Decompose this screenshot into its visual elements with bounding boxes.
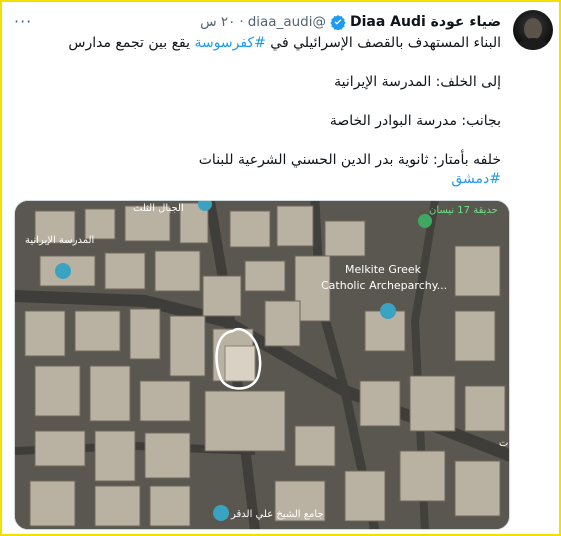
handle[interactable]: @diaa_audi: [248, 14, 326, 30]
hashtag-link[interactable]: #دمشق: [451, 171, 501, 187]
text-line-4: خلفه بأمتار: ثانوية بدر الدين الحسني الش…: [11, 151, 501, 170]
avatar[interactable]: [513, 10, 553, 50]
satellite-map: المدرسة الإيرانية الجبال الثلث Melkite G…: [15, 201, 510, 529]
text-line-5: #دمشق: [11, 170, 501, 189]
text-segment: البناء المستهدف بالقصف الإسرائيلي في: [265, 35, 501, 51]
tweet-header: ضياء عودة Diaa Audi @diaa_audi · ٢٠ س: [200, 12, 501, 32]
text-line-2: إلى الخلف: المدرسة الإيرانية: [11, 73, 501, 92]
text-line-1: البناء المستهدف بالقصف الإسرائيلي في #كف…: [11, 34, 501, 53]
text-segment: خلفه بأمتار: ثانوية بدر الدين الحسني الش…: [198, 152, 501, 168]
map-label-mosque: جامع الشيخ علي الدقر: [230, 509, 324, 520]
tweet-text: البناء المستهدف بالقصف الإسرائيلي في #كف…: [11, 34, 501, 189]
map-label-church-line2: Catholic Archeparchy...: [321, 279, 447, 292]
map-label-right-edge: ات: [499, 438, 510, 449]
map-label-iranian-school: المدرسة الإيرانية: [25, 235, 94, 246]
avatar-face: [524, 18, 542, 40]
text-segment: بجانب: مدرسة البوادر الخاصة: [329, 113, 501, 129]
more-options-icon[interactable]: ···: [14, 12, 32, 31]
separator-dot: ·: [239, 14, 244, 30]
hashtag-link[interactable]: #كفرسوسة: [194, 35, 265, 51]
map-label-garden: حديقة 17 نيسان: [429, 205, 498, 216]
avatar-shoulders: [517, 38, 549, 50]
timestamp[interactable]: ٢٠ س: [200, 14, 235, 30]
verified-badge-icon: [330, 14, 346, 30]
map-label-church-line1: Melkite Greek: [345, 263, 422, 276]
display-name[interactable]: ضياء عودة Diaa Audi: [350, 14, 501, 30]
map-label-top: الجبال الثلث: [133, 203, 184, 214]
text-segment: يقع بين تجمع مدارس: [68, 35, 195, 51]
satellite-map-image[interactable]: المدرسة الإيرانية الجبال الثلث Melkite G…: [14, 200, 510, 530]
tweet[interactable]: ضياء عودة Diaa Audi @diaa_audi · ٢٠ س ··…: [2, 2, 559, 534]
text-segment: إلى الخلف: المدرسة الإيرانية: [334, 74, 501, 90]
text-line-3: بجانب: مدرسة البوادر الخاصة: [11, 112, 501, 131]
